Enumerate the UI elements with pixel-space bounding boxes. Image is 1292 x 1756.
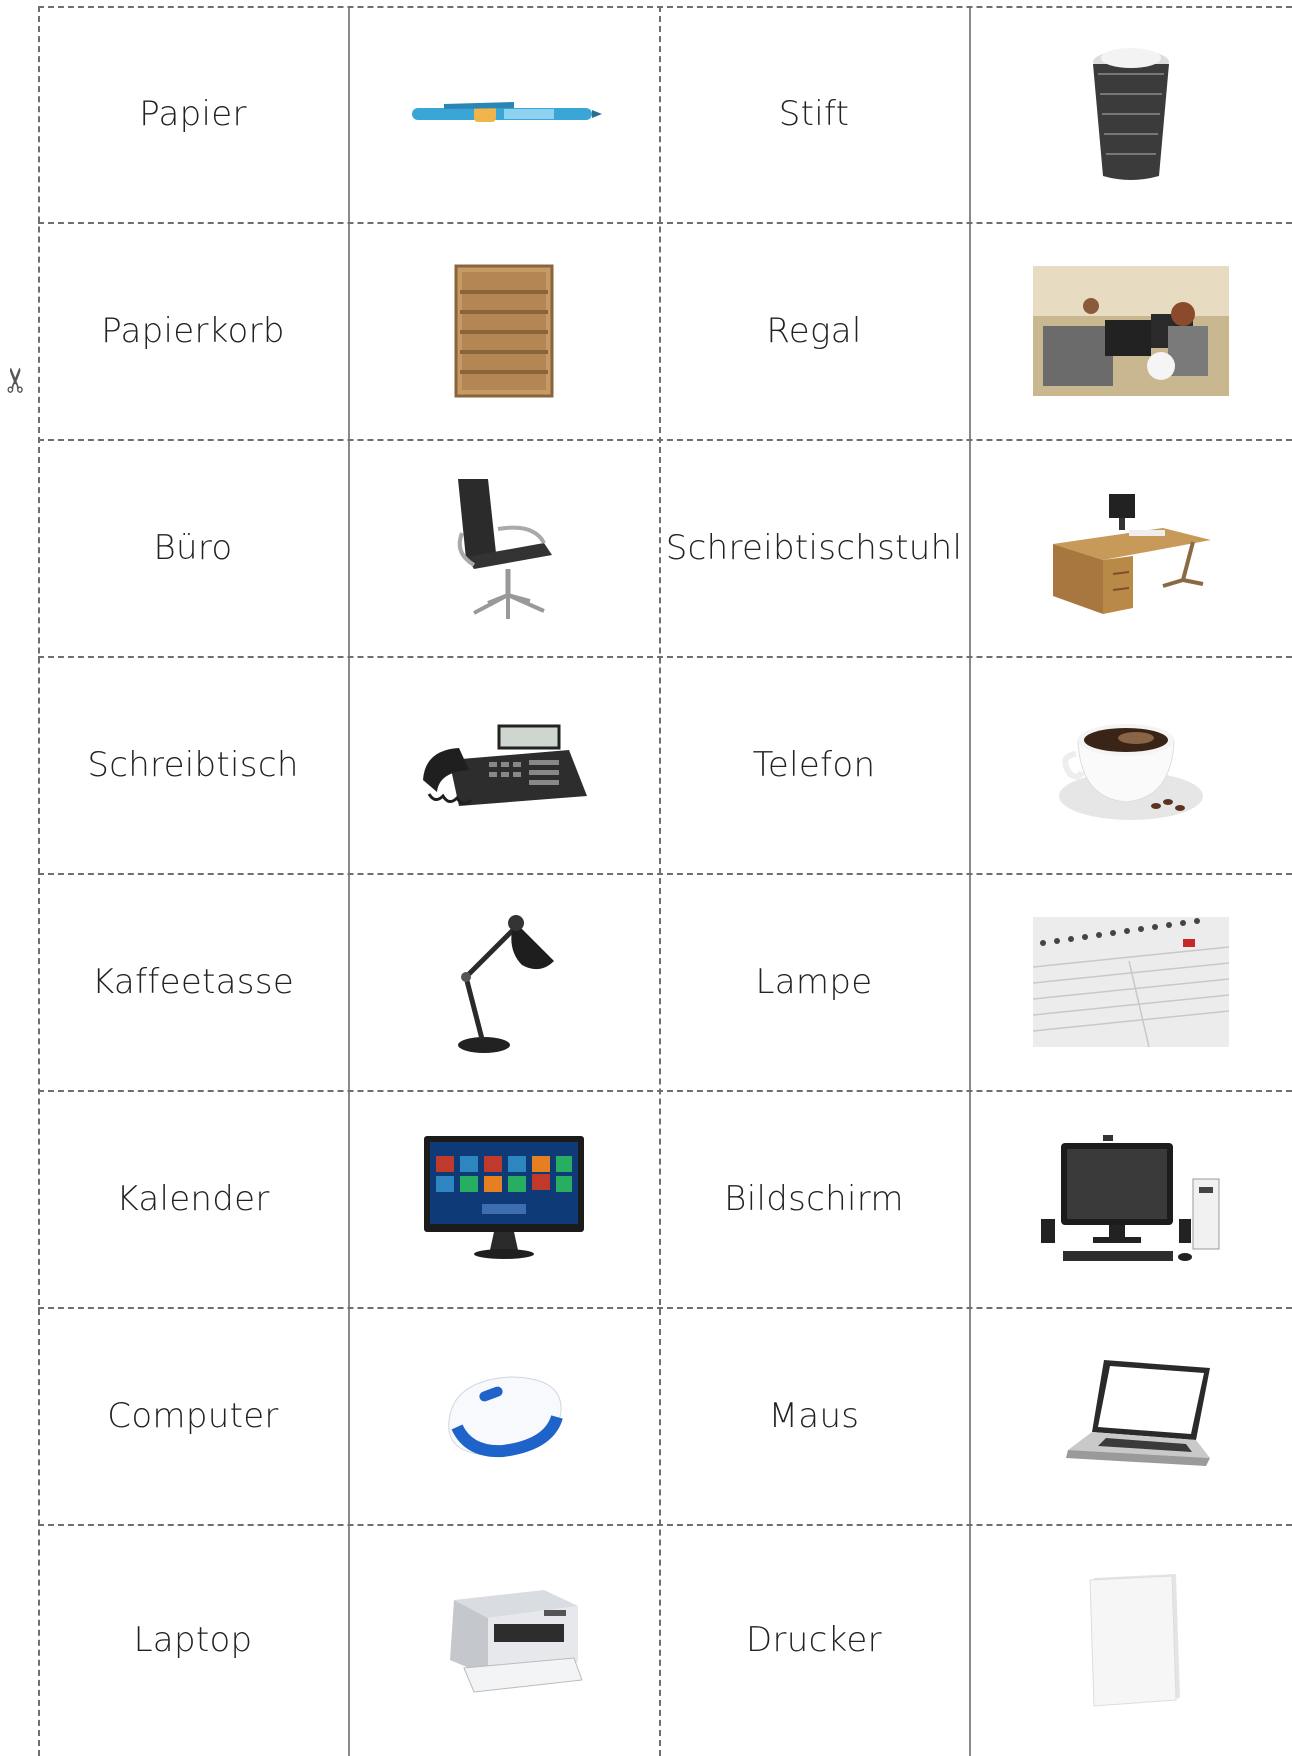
word-card: Kaffeetasse	[38, 873, 348, 1090]
word-card: Schreibtischstuhl	[659, 439, 969, 656]
wastebasket-icon	[969, 6, 1292, 222]
laptop-icon	[969, 1307, 1292, 1524]
word-label: Büro	[153, 527, 233, 568]
vocabulary-card-sheet: Papier Stift Papierkorb Regal Büro Schre…	[38, 6, 1292, 1756]
word-label: Maus	[768, 1395, 860, 1436]
word-card: Büro	[38, 439, 348, 656]
printer-icon	[348, 1524, 659, 1756]
word-card: Kalender	[38, 1090, 348, 1307]
word-label: Computer	[107, 1395, 279, 1436]
monitor-icon	[348, 1090, 659, 1307]
desk-icon	[969, 439, 1292, 656]
word-card: Computer	[38, 1307, 348, 1524]
pen-icon	[348, 6, 659, 222]
office-chair-icon	[348, 439, 659, 656]
word-card: Maus	[659, 1307, 969, 1524]
coffee-cup-icon	[969, 656, 1292, 873]
word-label: Regal	[766, 310, 862, 351]
desk-lamp-icon	[348, 873, 659, 1090]
word-label: Telefon	[752, 744, 876, 785]
calendar-icon	[969, 873, 1292, 1090]
mouse-icon	[348, 1307, 659, 1524]
word-label: Kalender	[116, 1178, 270, 1219]
word-card: Schreibtisch	[38, 656, 348, 873]
word-card: Lampe	[659, 873, 969, 1090]
shelf-icon	[348, 222, 659, 439]
word-label: Schreibtisch	[87, 744, 299, 785]
telephone-icon	[348, 656, 659, 873]
word-label: Drucker	[746, 1620, 882, 1660]
office-photo-icon	[969, 222, 1292, 439]
word-card: Bildschirm	[659, 1090, 969, 1307]
paper-stack-icon	[969, 1524, 1292, 1756]
word-label: Papierkorb	[101, 310, 285, 351]
word-card: Papierkorb	[38, 222, 348, 439]
word-card: Papier	[38, 6, 348, 222]
word-card: Drucker	[659, 1524, 969, 1756]
scissors-icon: ✂	[0, 365, 37, 395]
word-label: Laptop	[133, 1620, 253, 1660]
word-card: Telefon	[659, 656, 969, 873]
word-label: Lampe	[755, 961, 873, 1002]
word-label: Schreibtischstuhl	[665, 527, 963, 568]
word-card: Stift	[659, 6, 969, 222]
word-label: Kaffeetasse	[91, 961, 295, 1002]
word-label: Bildschirm	[724, 1178, 904, 1219]
word-label: Papier	[139, 94, 247, 134]
computer-icon	[969, 1090, 1292, 1307]
word-card: Regal	[659, 222, 969, 439]
word-card: Laptop	[38, 1524, 348, 1756]
word-label: Stift	[778, 94, 850, 134]
